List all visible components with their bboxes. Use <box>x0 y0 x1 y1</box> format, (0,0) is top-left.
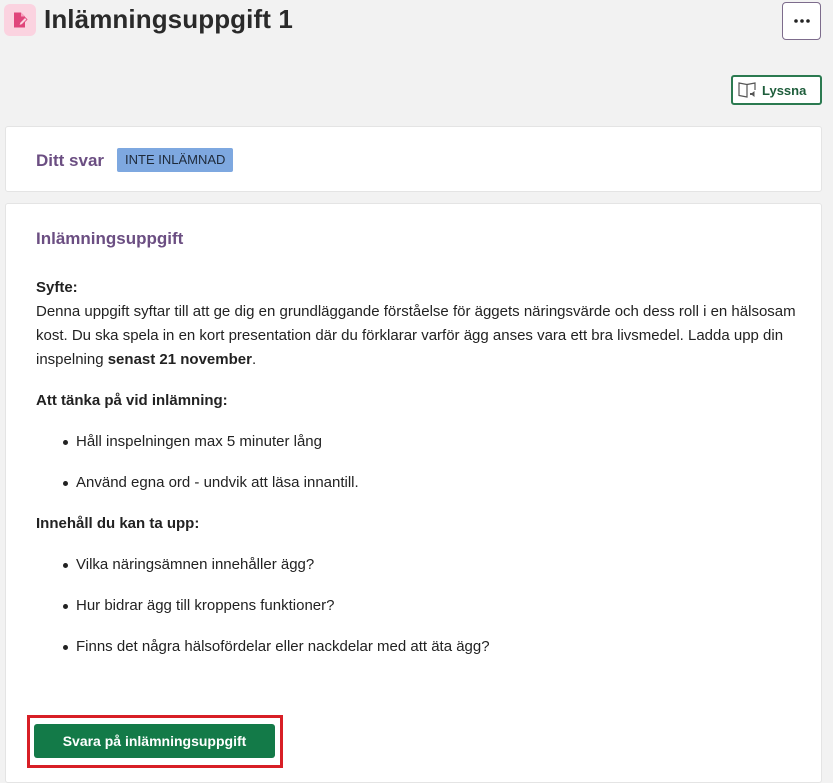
purpose-deadline: senast 21 november <box>107 351 252 368</box>
purpose-end: . <box>251 351 257 368</box>
answer-card: Ditt svar INTE INLÄMNAD <box>5 126 822 192</box>
purpose-title: Syfte: <box>36 279 78 296</box>
list-item: Hur bidrar ägg till kroppens funktioner? <box>36 594 796 618</box>
ellipsis-icon <box>793 19 810 23</box>
task-card: Inlämningsuppgift Syfte: Denna uppgift s… <box>5 203 822 783</box>
list-item: Finns det några hälsofördelar eller nack… <box>36 635 796 659</box>
listen-label: Lyssna <box>762 82 807 98</box>
page-header: Inlämningsuppgift 1 <box>0 0 833 44</box>
status-badge: INTE INLÄMNAD <box>117 148 234 172</box>
listen-button[interactable]: Lyssna <box>731 75 822 105</box>
task-heading: Inlämningsuppgift <box>36 229 184 248</box>
content-list: Vilka näringsämnen innehåller ägg? Hur b… <box>36 553 796 659</box>
submit-answer-button[interactable]: Svara på inlämningsuppgift <box>34 724 275 758</box>
list-item: Använd egna ord - undvik att läsa innant… <box>36 471 796 495</box>
page-title: Inlämningsuppgift 1 <box>44 4 293 34</box>
document-edit-icon <box>4 4 36 36</box>
more-options-button[interactable] <box>782 2 821 40</box>
read-aloud-icon <box>738 82 756 98</box>
list-item: Håll inspelningen max 5 minuter lång <box>36 430 796 454</box>
list-item: Vilka näringsämnen innehåller ägg? <box>36 553 796 577</box>
purpose-text: Denna uppgift syftar till att ge dig en … <box>36 300 796 372</box>
submission-list: Håll inspelningen max 5 minuter lång Anv… <box>36 430 796 495</box>
answer-label: Ditt svar <box>36 151 105 170</box>
task-content: Syfte: Denna uppgift syftar till att ge … <box>36 276 796 676</box>
content-title: Innehåll du kan ta upp: <box>36 515 200 532</box>
submission-title: Att tänka på vid inlämning: <box>36 392 228 409</box>
